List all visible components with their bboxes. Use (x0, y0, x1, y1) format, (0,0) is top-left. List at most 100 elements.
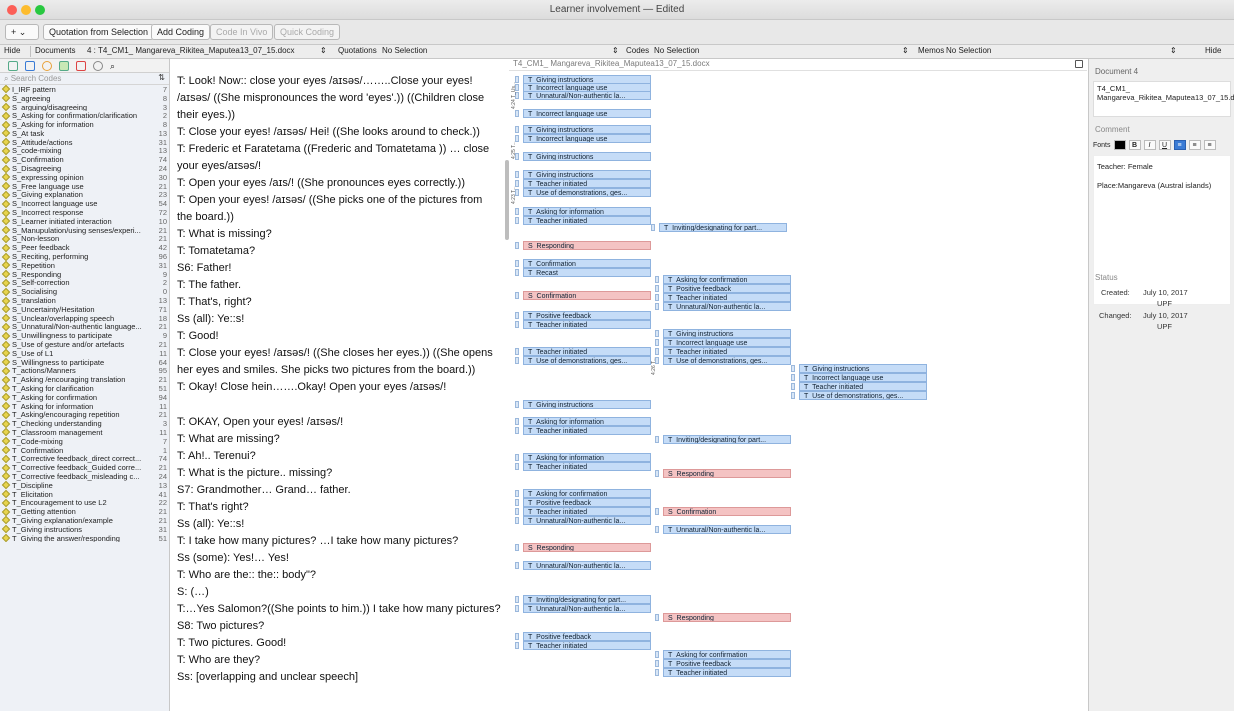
quotation-code-tag[interactable]: T_Teacher initiated (663, 668, 791, 677)
code-list-item[interactable]: S_Responding 9 (0, 270, 169, 279)
code-list-item[interactable]: S_Asking for information 8 (0, 120, 169, 129)
quotation-code-tag[interactable]: S_Confirmation (523, 291, 651, 300)
quotation-code-tag[interactable]: T_Teacher initiated (523, 462, 651, 471)
quotation-code-tag[interactable]: T_Asking for confirmation (663, 275, 791, 284)
quotation-bracket-icon[interactable] (515, 312, 519, 319)
quotation-bracket-icon[interactable] (655, 508, 659, 515)
quotation-code-tag[interactable]: T_Teacher initiated (523, 507, 651, 516)
code-list-item[interactable]: S_Use of L1 11 (0, 349, 169, 358)
code-list-item[interactable]: S_Repetition 31 (0, 261, 169, 270)
quotation-bracket-icon[interactable] (515, 642, 519, 649)
quotation-bracket-icon[interactable] (515, 357, 519, 364)
italic-button[interactable]: I (1143, 140, 1156, 150)
code-list-item[interactable]: I_IRF pattern 7 (0, 85, 169, 94)
quotation-bracket-icon[interactable] (515, 508, 519, 515)
code-list-item[interactable]: S_Incorrect language use 54 (0, 199, 169, 208)
quotation-bracket-icon[interactable] (515, 292, 519, 299)
transcript-line[interactable]: T: The father. (177, 279, 241, 291)
search-icon[interactable]: ⌕ (110, 61, 120, 71)
quotation-code-tag[interactable]: T_Unnatural/Non-authentic la... (523, 604, 651, 613)
code-list-item[interactable]: T_Elicitation 41 (0, 490, 169, 498)
quotation-code-tag[interactable]: T_Giving instructions (523, 125, 651, 134)
code-list-item[interactable]: T_Corrective feedback_direct correct... 7… (0, 454, 169, 463)
code-list-item[interactable]: T_Asking/encouraging repetition 21 (0, 410, 169, 419)
quotation-bracket-icon[interactable] (515, 633, 519, 640)
code-list-item[interactable]: T_Confirmation 1 (0, 446, 169, 454)
code-list-item[interactable]: S_Incorrect response 72 (0, 208, 169, 217)
quotation-code-tag[interactable]: S_Confirmation (663, 507, 791, 516)
quotation-code-tag[interactable]: S_Responding (663, 613, 791, 622)
underline-button[interactable]: U (1158, 140, 1171, 150)
quotation-code-tag[interactable]: T_Giving instructions (523, 152, 651, 161)
quotation-code-tag[interactable]: T_Incorrect language use (663, 338, 791, 347)
code-list-item[interactable]: T_Giving instructions 31 (0, 525, 169, 534)
fonts-label[interactable]: Fonts (1093, 142, 1111, 149)
transcript-line[interactable]: S6: Father! (177, 262, 231, 274)
quotation-code-tag[interactable]: T_Use of demonstrations, ges... (523, 188, 651, 197)
quotation-bracket-icon[interactable] (515, 110, 519, 117)
code-list-item[interactable]: S_Unwillingness to participate 9 (0, 331, 169, 340)
quotation-bracket-icon[interactable] (515, 596, 519, 603)
code-list-item[interactable]: T_Giving explanation/example 21 (0, 516, 169, 525)
quotation-bracket-icon[interactable] (515, 454, 519, 461)
transcript-line[interactable]: the board.)) (177, 211, 234, 223)
quotation-code-tag[interactable]: T_Giving instructions (799, 364, 927, 373)
code-list-item[interactable]: S_Uncertainty/Hesitation 71 (0, 305, 169, 314)
align-right-button[interactable]: ≡ (1203, 140, 1216, 150)
network-icon[interactable] (93, 61, 103, 71)
code-list-item[interactable]: T_Encouragement to use L2 22 (0, 498, 169, 507)
quotation-code-tag[interactable]: T_Teacher initiated (523, 216, 651, 225)
quotation-code-tag[interactable]: T_Unnatural/Non-authentic la... (523, 516, 651, 525)
quotation-bracket-icon[interactable] (655, 526, 659, 533)
expand-icon[interactable] (1075, 60, 1083, 68)
quotation-code-tag[interactable]: T_Positive feedback (523, 498, 651, 507)
transcript-line[interactable]: T: Close your eyes! /aɪsəs/ Hei! ((She l… (177, 126, 480, 138)
code-list-item[interactable]: T_Classroom management 11 (0, 428, 169, 437)
quotations-selector[interactable]: No Selection (382, 46, 427, 55)
quotation-bracket-icon[interactable] (515, 427, 519, 434)
align-center-button[interactable]: ≡ (1188, 140, 1201, 150)
hide-right-button[interactable]: Hide (1205, 46, 1221, 55)
transcript-line[interactable]: her eyes and smiles. She picks two pictu… (177, 364, 475, 376)
code-list-item[interactable]: S_Disagreeing 24 (0, 164, 169, 173)
transcript-line[interactable]: T: Look! Now:: close your eyes /aɪsəs/……… (177, 75, 473, 87)
code-list-item[interactable]: S_Unclear/overlapping speech 18 (0, 314, 169, 323)
code-in-vivo-button[interactable]: Code In Vivo (210, 24, 274, 40)
quotation-bracket-icon[interactable] (515, 605, 519, 612)
quotation-bracket-icon[interactable] (515, 418, 519, 425)
transcript-line[interactable]: T: Who are the:: the:: body"? (177, 569, 316, 581)
quotation-code-tag[interactable]: T_Incorrect language use (799, 373, 927, 382)
quotation-bracket-icon[interactable] (651, 224, 655, 231)
bold-button[interactable]: B (1128, 140, 1141, 150)
code-list-item[interactable]: T_Checking understanding 3 (0, 419, 169, 428)
quotation-bracket-icon[interactable] (515, 348, 519, 355)
quotation-code-tag[interactable]: T_Incorrect language use (523, 109, 651, 118)
code-list-item[interactable]: S_Manupulation/using senses/experi... 21 (0, 226, 169, 235)
code-list-item[interactable]: S_Confirmation 74 (0, 155, 169, 164)
align-left-button[interactable]: ≡ (1173, 140, 1186, 150)
code-list-item[interactable]: S_Socialising 0 (0, 287, 169, 296)
quotation-bracket-icon[interactable] (791, 374, 795, 381)
code-list-item[interactable]: S_code-mixing 13 (0, 147, 169, 155)
search-codes-input[interactable]: ⌕ Search Codes ⇅ (0, 73, 169, 85)
code-list-item[interactable]: S_Self-correction 2 (0, 279, 169, 287)
new-code-icon[interactable] (8, 61, 18, 71)
quotation-code-tag[interactable]: S_Responding (523, 241, 651, 250)
code-list-item[interactable]: T_Asking for confirmation 94 (0, 393, 169, 402)
transcript-line[interactable]: T: OKAY, Open your eyes! /aɪsəs/! (177, 416, 343, 428)
code-list-item[interactable]: S_Reciting, performing 96 (0, 252, 169, 261)
transcript-line[interactable]: Ss: [overlapping and unclear speech] (177, 671, 358, 683)
transcript-line[interactable]: T: What is missing? (177, 228, 272, 240)
add-coding-button[interactable]: Add Coding (151, 24, 211, 40)
comment-textarea[interactable]: Teacher: Female Place:Mangareva (Austral… (1093, 155, 1231, 305)
add-menu-button[interactable]: + ⌄ (5, 24, 39, 40)
quotation-bracket-icon[interactable] (655, 294, 659, 301)
quotation-from-selection-button[interactable]: Quotation from Selection (43, 24, 155, 40)
quotation-icon[interactable] (42, 61, 52, 71)
quotation-code-tag[interactable]: T_Positive feedback (663, 659, 791, 668)
code-list-item[interactable]: S_Attitude/actions 31 (0, 138, 169, 147)
quotation-bracket-icon[interactable] (791, 383, 795, 390)
quotation-code-tag[interactable]: T_Positive feedback (523, 311, 651, 320)
transcript-line[interactable]: your eyes/aɪsəs/! (177, 160, 261, 172)
transcript-line[interactable]: Ss (all): Ye::s! (177, 313, 244, 325)
